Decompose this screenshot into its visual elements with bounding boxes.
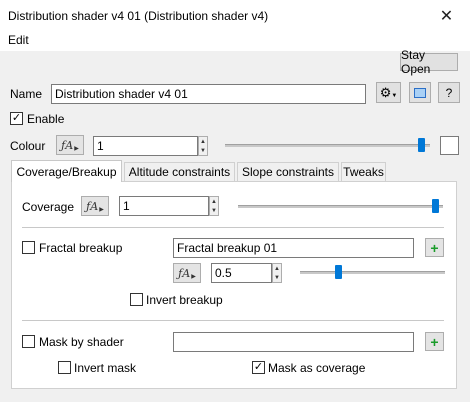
colour-function-icon[interactable]: ƒA ▶ — [56, 135, 84, 155]
enable-label: Enable — [27, 112, 65, 126]
tab-slope-constraints[interactable]: Slope constraints — [237, 162, 339, 181]
add-mask-shader-icon[interactable]: + — [425, 332, 444, 351]
name-label: Name — [10, 87, 43, 101]
close-icon[interactable]: ✕ — [423, 0, 470, 31]
spin-down-icon[interactable]: ▼ — [199, 146, 207, 155]
colour-slider[interactable] — [225, 144, 430, 147]
colour-slider-thumb[interactable] — [417, 138, 425, 152]
coverage-spinner[interactable]: ▲ ▼ — [209, 196, 219, 216]
help-button[interactable]: ? — [438, 82, 460, 103]
window-title: Distribution shader v4 01 (Distribution … — [8, 9, 269, 23]
breakup-spinner[interactable]: ▲ ▼ — [272, 263, 282, 283]
breakup-function-icon[interactable]: ƒA ▶ — [173, 263, 201, 283]
invert-mask-label: Invert mask — [74, 361, 137, 375]
spin-up-icon[interactable]: ▲ — [210, 197, 218, 206]
colour-label: Colour — [10, 139, 46, 153]
invert-breakup-label: Invert breakup — [146, 293, 223, 307]
separator — [22, 320, 444, 321]
tab-coverage-breakup[interactable]: Coverage/Breakup — [11, 160, 122, 182]
gear-icon[interactable]: ⚙ ▼ — [376, 82, 401, 103]
coverage-value-input[interactable]: 1 — [119, 196, 209, 216]
coverage-label: Coverage — [22, 200, 75, 214]
colour-swatch[interactable] — [440, 136, 459, 155]
name-input[interactable]: Distribution shader v4 01 — [51, 84, 366, 104]
fractal-shader-field[interactable]: Fractal breakup 01 — [173, 238, 414, 258]
tab-panel — [11, 181, 457, 389]
colour-value-input[interactable]: 1 — [93, 136, 198, 156]
spin-down-icon[interactable]: ▼ — [273, 273, 281, 282]
function-glyph: ƒA — [86, 199, 99, 213]
breakup-slider[interactable] — [300, 271, 445, 274]
stay-open-button[interactable]: Stay Open — [400, 48, 458, 76]
enable-checkbox[interactable]: ✓ — [10, 112, 23, 125]
mask-by-shader-label: Mask by shader — [39, 335, 124, 349]
spin-up-icon[interactable]: ▲ — [273, 264, 281, 273]
tab-altitude-constraints[interactable]: Altitude constraints — [124, 162, 235, 181]
separator — [22, 227, 444, 228]
coverage-slider-thumb[interactable] — [432, 199, 439, 213]
mask-as-coverage-checkbox[interactable]: ✓ — [252, 361, 265, 374]
invert-breakup-checkbox[interactable] — [130, 293, 143, 306]
spin-up-icon[interactable]: ▲ — [199, 137, 207, 146]
mask-as-coverage-label: Mask as coverage — [268, 361, 366, 375]
window-icon[interactable] — [409, 82, 431, 103]
fractal-breakup-checkbox[interactable] — [22, 241, 35, 254]
coverage-function-icon[interactable]: ƒA ▶ — [81, 196, 109, 216]
tab-tweaks[interactable]: Tweaks — [341, 162, 386, 181]
breakup-value-input[interactable]: 0.5 — [211, 263, 272, 283]
add-shader-icon[interactable]: + — [425, 238, 444, 257]
coverage-slider[interactable] — [238, 205, 443, 208]
breakup-slider-thumb[interactable] — [334, 265, 342, 279]
spin-down-icon[interactable]: ▼ — [210, 206, 218, 215]
colour-spinner[interactable]: ▲ ▼ — [198, 136, 208, 156]
mask-shader-field[interactable] — [173, 332, 414, 352]
menu-bar — [0, 31, 470, 51]
function-glyph: ƒA — [178, 266, 191, 280]
menu-edit[interactable]: Edit — [8, 33, 29, 47]
mask-by-shader-checkbox[interactable] — [22, 335, 35, 348]
fractal-breakup-label: Fractal breakup — [39, 241, 123, 255]
function-glyph: ƒA — [61, 138, 74, 152]
invert-mask-checkbox[interactable] — [58, 361, 71, 374]
